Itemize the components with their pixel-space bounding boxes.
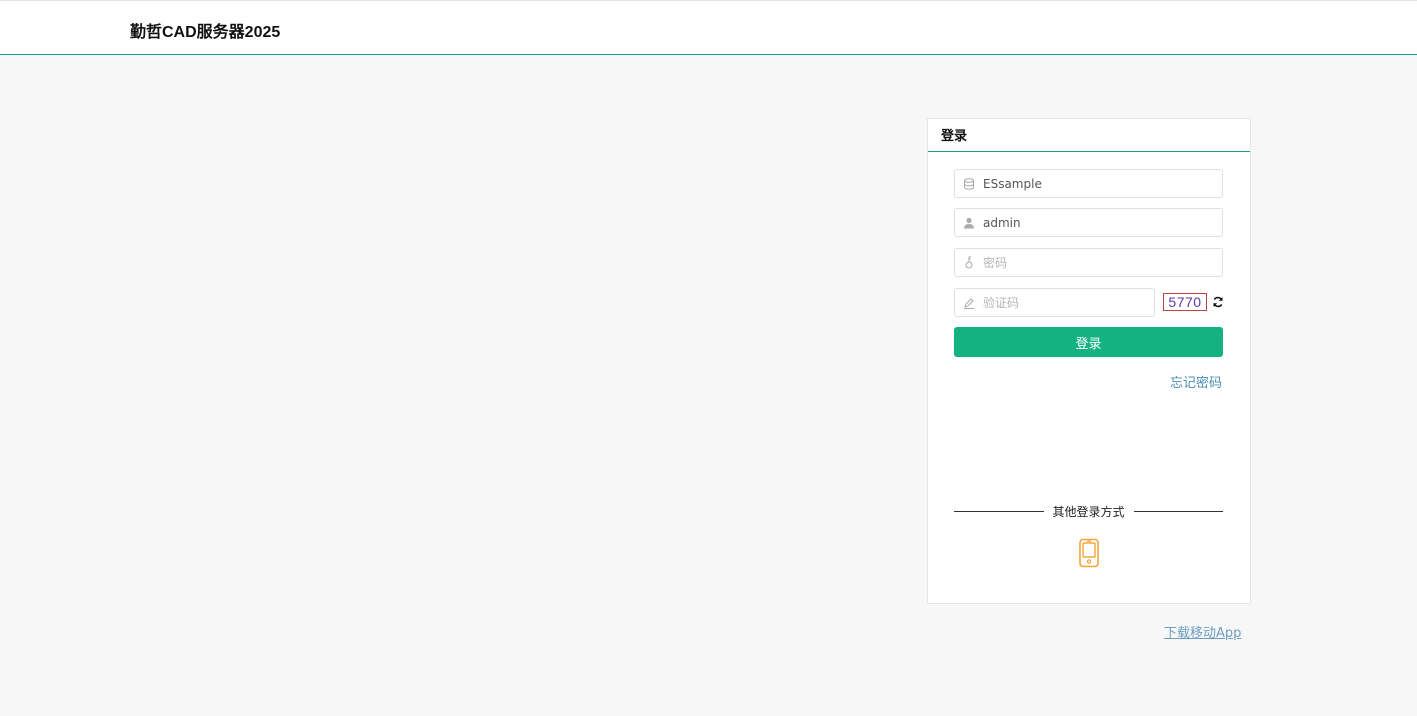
password-field[interactable] bbox=[954, 248, 1223, 277]
password-input[interactable] bbox=[983, 249, 1222, 276]
pen-icon bbox=[955, 297, 983, 309]
divider-line-left bbox=[954, 510, 1044, 512]
database-icon bbox=[955, 177, 983, 190]
other-login-divider: 其他登录方式 bbox=[954, 501, 1224, 521]
forgot-password-link[interactable]: 忘记密码 bbox=[1170, 372, 1222, 391]
key-icon bbox=[955, 256, 983, 269]
download-app-link[interactable]: 下载移动App bbox=[1164, 622, 1241, 641]
user-icon bbox=[955, 217, 983, 229]
captcha-field[interactable] bbox=[954, 288, 1155, 317]
login-panel-title: 登录 bbox=[928, 119, 1250, 152]
username-field[interactable] bbox=[954, 208, 1223, 237]
mobile-phone-icon[interactable] bbox=[1078, 538, 1100, 568]
database-input[interactable] bbox=[983, 170, 1222, 197]
top-header: 勤哲CAD服务器2025 bbox=[0, 0, 1417, 55]
app-title: 勤哲CAD服务器2025 bbox=[130, 24, 281, 41]
login-panel: 登录 ESsample admin 验证码 5770 登录 忘记密码 其他登录方… bbox=[927, 118, 1251, 604]
captcha-input[interactable] bbox=[983, 289, 1154, 316]
username-input[interactable] bbox=[983, 209, 1222, 236]
captcha-image[interactable]: 5770 bbox=[1163, 293, 1207, 311]
other-login-label: 其他登录方式 bbox=[1052, 504, 1125, 519]
login-button[interactable]: 登录 bbox=[954, 327, 1223, 357]
divider-line-right bbox=[1133, 510, 1224, 512]
refresh-icon[interactable] bbox=[1211, 295, 1225, 309]
database-field[interactable] bbox=[954, 169, 1223, 198]
